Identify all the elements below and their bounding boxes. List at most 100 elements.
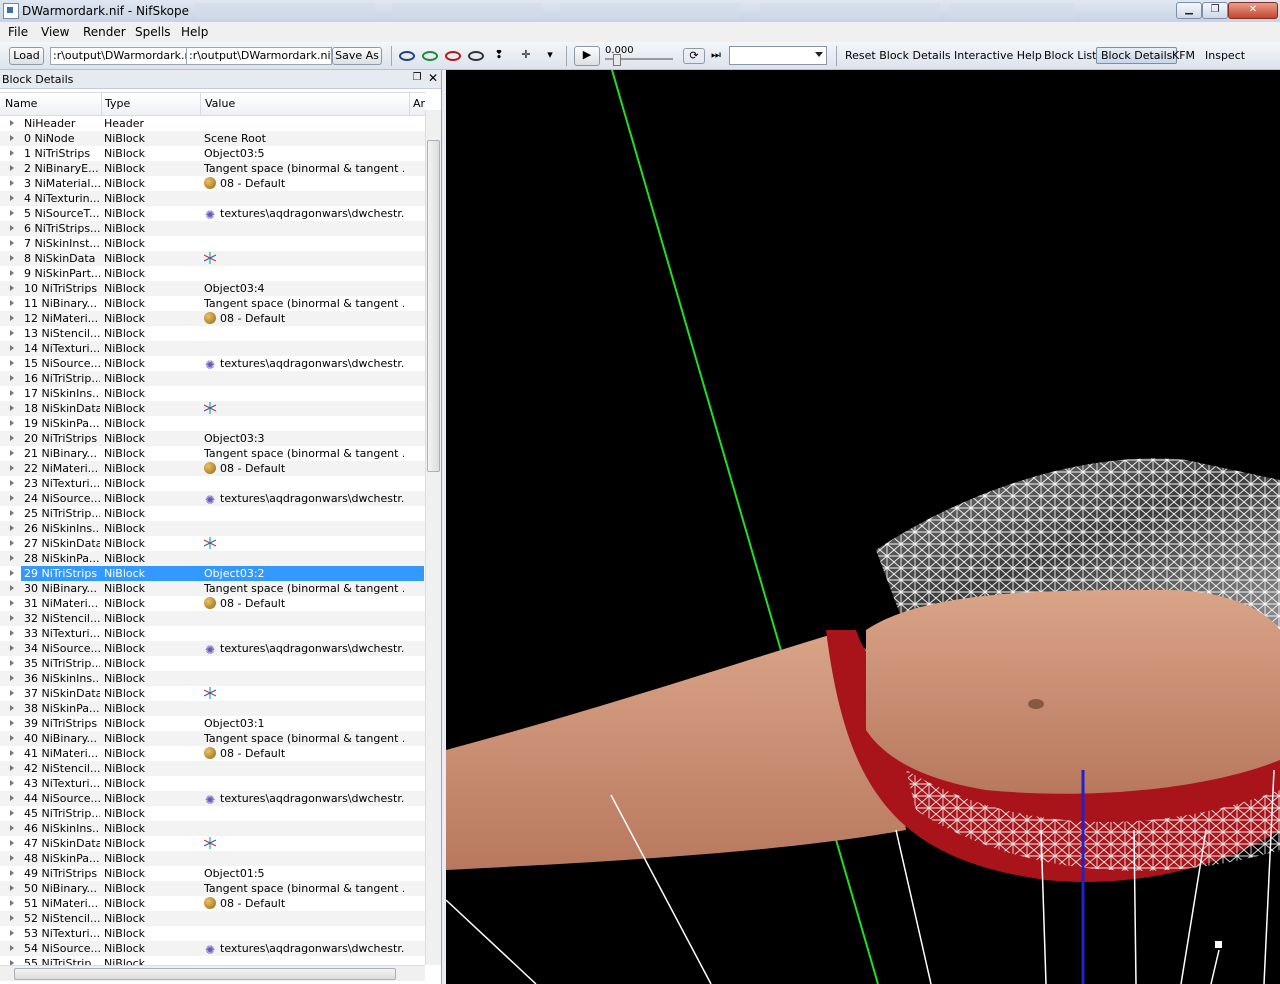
expand-arrow-icon[interactable]: [10, 660, 14, 666]
expand-arrow-icon[interactable]: [10, 390, 14, 396]
expand-arrow-icon[interactable]: [10, 300, 14, 306]
animation-select[interactable]: [729, 46, 827, 65]
expand-arrow-icon[interactable]: [10, 435, 14, 441]
expand-arrow-icon[interactable]: [10, 840, 14, 846]
tree-row[interactable]: 15 NiSource... NiBlock ✺ textures\aqdragonw…: [0, 356, 425, 371]
view-blue-icon[interactable]: [399, 51, 415, 61]
expand-arrow-icon[interactable]: [10, 585, 14, 591]
load-button[interactable]: Load: [9, 47, 44, 65]
tree-row[interactable]: 32 NiStencil... NiBlock: [0, 611, 425, 626]
tree-row[interactable]: 43 NiTexturi... NiBlock: [0, 776, 425, 791]
expand-arrow-icon[interactable]: [10, 480, 14, 486]
tree-row[interactable]: 1 NiTriStrips NiBlock Object03:5: [0, 146, 425, 161]
expand-arrow-icon[interactable]: [10, 240, 14, 246]
tree-row[interactable]: 39 NiTriStrips NiBlock Object03:1: [0, 716, 425, 731]
save-path-field[interactable]: :r\output\DWarmordark.nif: [186, 47, 332, 65]
tree-row[interactable]: 52 NiStencil... NiBlock: [0, 911, 425, 926]
tree-row[interactable]: 2 NiBinaryE... NiBlock Tangent space (bino…: [0, 161, 425, 176]
tree-row[interactable]: NiHeader Header: [0, 116, 425, 131]
tree-row[interactable]: 22 NiMateri... NiBlock 08 - Default: [0, 461, 425, 476]
expand-arrow-icon[interactable]: [10, 510, 14, 516]
view-gray-icon[interactable]: [468, 51, 484, 61]
vertical-scrollbar[interactable]: [425, 110, 441, 965]
tree-row[interactable]: 41 NiMateri... NiBlock 08 - Default: [0, 746, 425, 761]
expand-arrow-icon[interactable]: [10, 765, 14, 771]
tree-row[interactable]: 8 NiSkinData NiBlock: [0, 251, 425, 266]
expand-arrow-icon[interactable]: [10, 270, 14, 276]
expand-arrow-icon[interactable]: [10, 180, 14, 186]
expand-arrow-icon[interactable]: [10, 945, 14, 951]
column-divider[interactable]: [200, 93, 201, 115]
expand-arrow-icon[interactable]: [10, 420, 14, 426]
expand-arrow-icon[interactable]: [10, 225, 14, 231]
expand-arrow-icon[interactable]: [10, 885, 14, 891]
tree-row[interactable]: 26 NiSkinIns... NiBlock: [0, 521, 425, 536]
block-list-button[interactable]: Block List: [1044, 49, 1096, 62]
render-viewport[interactable]: [446, 70, 1280, 984]
time-slider-thumb[interactable]: [613, 54, 621, 66]
tree-row[interactable]: 6 NiTriStrips... NiBlock: [0, 221, 425, 236]
expand-arrow-icon[interactable]: [10, 870, 14, 876]
tree-row[interactable]: 50 NiBinary... NiBlock Tangent space (bino…: [0, 881, 425, 896]
column-divider[interactable]: [409, 93, 410, 115]
expand-arrow-icon[interactable]: [10, 345, 14, 351]
tree-row[interactable]: 49 NiTriStrips NiBlock Object01:5: [0, 866, 425, 881]
expand-arrow-icon[interactable]: [10, 540, 14, 546]
tree-row[interactable]: 51 NiMateri... NiBlock 08 - Default: [0, 896, 425, 911]
expand-arrow-icon[interactable]: [10, 855, 14, 861]
expand-arrow-icon[interactable]: [10, 495, 14, 501]
tree-row[interactable]: 19 NiSkinPa... NiBlock: [0, 416, 425, 431]
expand-arrow-icon[interactable]: [10, 810, 14, 816]
expand-arrow-icon[interactable]: [10, 450, 14, 456]
tree-row[interactable]: 17 NiSkinIns... NiBlock: [0, 386, 425, 401]
tree-row[interactable]: 48 NiSkinPa... NiBlock: [0, 851, 425, 866]
expand-arrow-icon[interactable]: [10, 600, 14, 606]
expand-arrow-icon[interactable]: [10, 735, 14, 741]
expand-arrow-icon[interactable]: [10, 825, 14, 831]
tree-row[interactable]: 40 NiBinary... NiBlock Tangent space (bino…: [0, 731, 425, 746]
tree-row[interactable]: 24 NiSource... NiBlock ✺ textures\aqdragonw…: [0, 491, 425, 506]
tree-row[interactable]: 30 NiBinary... NiBlock Tangent space (bino…: [0, 581, 425, 596]
close-icon[interactable]: ✕: [427, 72, 439, 84]
menu-file[interactable]: File: [8, 25, 28, 39]
tree-row[interactable]: 16 NiTriStrip... NiBlock: [0, 371, 425, 386]
tree-row[interactable]: 46 NiSkinIns... NiBlock: [0, 821, 425, 836]
tree-row[interactable]: 36 NiSkinIns... NiBlock: [0, 671, 425, 686]
close-button[interactable]: ✕: [1228, 2, 1278, 19]
tree-row[interactable]: 44 NiSource... NiBlock ✺ textures\aqdragonw…: [0, 791, 425, 806]
tree-row[interactable]: 31 NiMateri... NiBlock 08 - Default: [0, 596, 425, 611]
tree-row[interactable]: 21 NiBinary... NiBlock Tangent space (bino…: [0, 446, 425, 461]
expand-arrow-icon[interactable]: [10, 570, 14, 576]
expand-arrow-icon[interactable]: [10, 555, 14, 561]
expand-arrow-icon[interactable]: [10, 750, 14, 756]
expand-arrow-icon[interactable]: [10, 675, 14, 681]
restore-button[interactable]: ❐: [1202, 2, 1228, 19]
expand-arrow-icon[interactable]: [10, 690, 14, 696]
menu-help[interactable]: Help: [181, 25, 208, 39]
minimize-button[interactable]: ▁: [1176, 2, 1202, 19]
dropdown-arrow-icon[interactable]: ▾: [542, 48, 558, 62]
inspect-button[interactable]: Inspect: [1205, 49, 1245, 62]
tree-row[interactable]: 12 NiMateri... NiBlock 08 - Default: [0, 311, 425, 326]
tree-row[interactable]: 45 NiTriStrip... NiBlock: [0, 806, 425, 821]
footprint-icon[interactable]: ❢: [491, 48, 507, 62]
menu-view[interactable]: View: [41, 25, 69, 39]
menu-render[interactable]: Render: [83, 25, 126, 39]
interactive-help-button[interactable]: Interactive Help: [954, 49, 1042, 62]
expand-arrow-icon[interactable]: [10, 360, 14, 366]
expand-arrow-icon[interactable]: [10, 405, 14, 411]
tree-row[interactable]: 0 NiNode NiBlock Scene Root: [0, 131, 425, 146]
expand-arrow-icon[interactable]: [10, 930, 14, 936]
tree-row[interactable]: 28 NiSkinPa... NiBlock: [0, 551, 425, 566]
view-red-icon[interactable]: [445, 51, 461, 61]
expand-arrow-icon[interactable]: [10, 150, 14, 156]
tree-row[interactable]: 18 NiSkinData NiBlock: [0, 401, 425, 416]
expand-arrow-icon[interactable]: [10, 525, 14, 531]
expand-arrow-icon[interactable]: [10, 375, 14, 381]
tree-row[interactable]: 29 NiTriStrips NiBlock Object03:2: [0, 566, 425, 581]
tree-row[interactable]: 54 NiSource... NiBlock ✺ textures\aqdragonw…: [0, 941, 425, 956]
tree-row[interactable]: 4 NiTexturin... NiBlock: [0, 191, 425, 206]
expand-arrow-icon[interactable]: [10, 795, 14, 801]
scrollbar-thumb[interactable]: [14, 968, 396, 980]
tree-row[interactable]: 53 NiTexturi... NiBlock: [0, 926, 425, 941]
